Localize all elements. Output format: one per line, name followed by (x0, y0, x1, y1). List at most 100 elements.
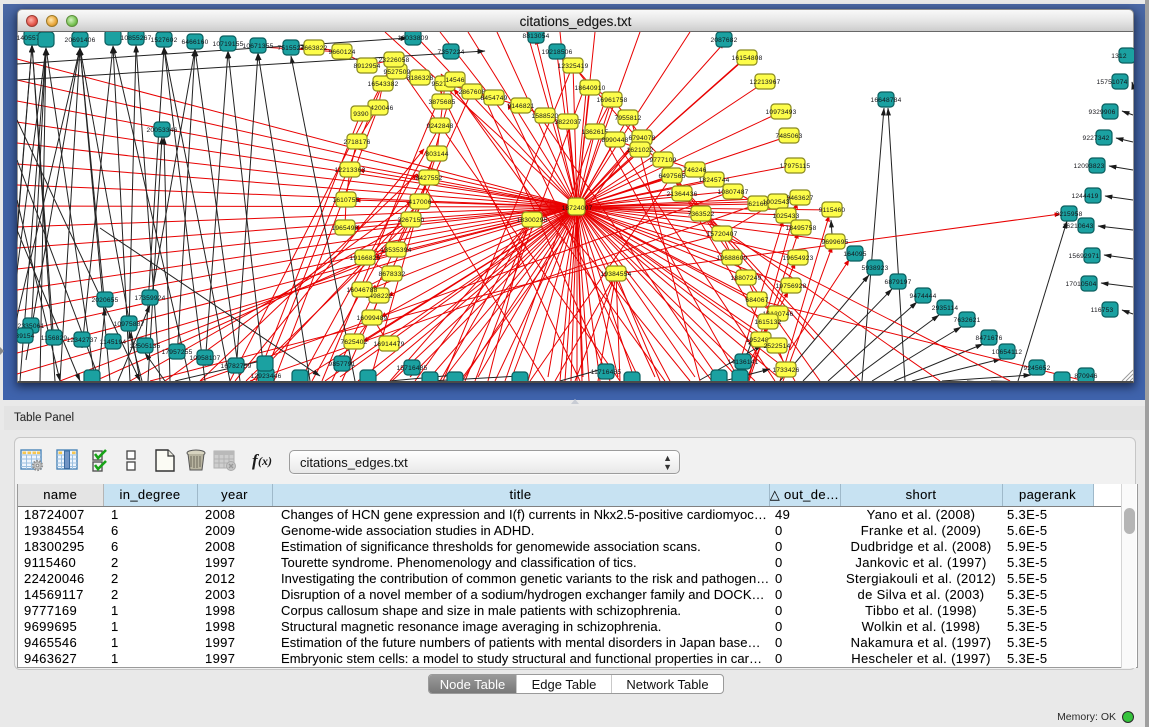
svg-text:16099489: 16099489 (357, 315, 388, 322)
svg-text:19384554: 19384554 (601, 271, 632, 278)
svg-text:10807487: 10807487 (718, 189, 749, 196)
svg-text:10958107: 10958107 (190, 355, 221, 362)
svg-text:9660124: 9660124 (328, 49, 355, 56)
svg-text:10671355: 10671355 (243, 43, 274, 50)
svg-text:164095: 164095 (843, 251, 866, 258)
svg-text:12093823: 12093823 (1074, 163, 1105, 170)
svg-text:1527602: 1527602 (150, 37, 177, 44)
svg-text:7485063: 7485063 (775, 133, 802, 140)
svg-text:20691406: 20691406 (65, 37, 96, 44)
svg-text:10688609: 10688609 (717, 255, 748, 262)
svg-text:9857791: 9857791 (328, 361, 355, 368)
svg-text:116753: 116753 (1091, 307, 1114, 314)
svg-text:7632621: 7632621 (953, 317, 980, 324)
svg-text:12923446: 12923446 (251, 373, 282, 380)
svg-text:12325419: 12325419 (558, 63, 589, 70)
svg-text:684067: 684067 (745, 297, 768, 304)
svg-text:10719155: 10719155 (213, 41, 244, 48)
svg-text:7955812: 7955812 (614, 115, 641, 122)
svg-text:10654112: 10654112 (992, 349, 1023, 356)
svg-text:18495758: 18495758 (786, 225, 817, 232)
svg-text:17010504: 17010504 (1066, 281, 1097, 288)
svg-text:18724007: 18724007 (562, 205, 593, 212)
svg-text:16961758: 16961758 (597, 97, 628, 104)
svg-text:9245652: 9245652 (1023, 365, 1050, 372)
svg-text:9115460: 9115460 (819, 207, 846, 214)
svg-text:16543382: 16543382 (368, 81, 399, 88)
svg-text:19218506: 19218506 (542, 49, 573, 56)
svg-text:9329906: 9329906 (1088, 109, 1115, 116)
svg-text:5938923: 5938923 (861, 265, 888, 272)
svg-text:8912954: 8912954 (353, 63, 380, 70)
svg-text:13535394: 13535394 (381, 247, 412, 254)
svg-text:7663822: 7663822 (300, 45, 327, 52)
svg-text:8186328: 8186328 (406, 75, 433, 82)
svg-text:39154: 39154 (17, 333, 35, 340)
svg-text:8454749: 8454749 (480, 95, 507, 102)
svg-text:16782759: 16782759 (221, 363, 252, 370)
svg-text:7357224: 7357224 (437, 49, 464, 56)
svg-text:12505135: 12505135 (130, 343, 161, 350)
svg-text:6879197: 6879197 (884, 279, 911, 286)
svg-text:1312: 1312 (1111, 53, 1127, 60)
svg-text:16914479: 16914479 (374, 341, 405, 348)
svg-text:12342737: 12342737 (67, 337, 98, 344)
svg-text:1244419: 1244419 (1071, 193, 1098, 200)
svg-text:1733426: 1733426 (772, 367, 799, 374)
svg-text:17975115: 17975115 (780, 163, 811, 170)
svg-text:7363522: 7363522 (687, 211, 714, 218)
svg-text:1965498: 1965498 (331, 225, 358, 232)
svg-text:1145194: 1145194 (100, 339, 127, 346)
svg-text:20053346: 20053346 (147, 127, 178, 134)
svg-text:8471676: 8471676 (975, 335, 1002, 342)
svg-text:3215958: 3215958 (1055, 211, 1082, 218)
svg-text:10973493: 10973493 (766, 109, 797, 116)
svg-text:2935114: 2935114 (932, 305, 959, 312)
svg-text:15751074: 15751074 (1097, 79, 1128, 86)
svg-text:8678332: 8678332 (378, 271, 405, 278)
svg-text:9699695: 9699695 (821, 239, 848, 246)
svg-text:10855267: 10855267 (121, 35, 152, 42)
svg-text:15692971: 15692971 (1069, 253, 1100, 260)
svg-text:2020655: 2020655 (91, 297, 118, 304)
svg-text:19166825: 19166825 (350, 255, 381, 262)
svg-text:9242848: 9242848 (426, 123, 453, 130)
svg-text:803144: 803144 (425, 151, 448, 158)
svg-text:18807249: 18807249 (731, 275, 762, 282)
svg-text:9390: 9390 (353, 111, 369, 118)
svg-text:9227342: 9227342 (1082, 135, 1109, 142)
svg-text:2718176: 2718176 (343, 139, 370, 146)
svg-text:19654923: 19654923 (783, 255, 814, 262)
svg-text:14546: 14546 (445, 77, 464, 84)
svg-text:18245744: 18245744 (699, 177, 730, 184)
svg-text:23226058: 23226058 (379, 57, 410, 64)
svg-text:9527509: 9527509 (383, 69, 410, 76)
svg-text:3267150: 3267150 (397, 217, 424, 224)
svg-text:18640910: 18640910 (575, 85, 606, 92)
svg-text:417006: 417006 (408, 199, 431, 206)
svg-text:6497565: 6497565 (658, 173, 685, 180)
svg-text:8990448: 8990448 (601, 137, 628, 144)
svg-text:(x): (x) (258, 454, 272, 468)
svg-text:11716485: 11716485 (591, 369, 622, 376)
svg-text:21364436: 21364436 (667, 191, 698, 198)
svg-text:9777109: 9777109 (649, 157, 676, 164)
svg-text:14136141: 14136141 (728, 359, 759, 366)
svg-text:1621022: 1621022 (626, 147, 653, 154)
svg-text:15716485: 15716485 (397, 365, 428, 372)
svg-text:9146821: 9146821 (507, 103, 534, 110)
svg-text:10975887: 10975887 (114, 321, 145, 328)
svg-text:12213967: 12213967 (750, 79, 781, 86)
svg-text:19756928: 19756928 (776, 283, 807, 290)
svg-text:8427552: 8427552 (415, 175, 442, 182)
svg-text:16648784: 16648784 (871, 97, 902, 104)
svg-text:6466160: 6466160 (181, 39, 208, 46)
svg-text:7625402: 7625402 (340, 339, 367, 346)
svg-text:8813054: 8813054 (522, 33, 549, 40)
svg-text:12213363: 12213363 (335, 167, 366, 174)
svg-text:1025433: 1025433 (772, 213, 799, 220)
svg-text:18300295: 18300295 (517, 217, 548, 224)
svg-text:9474444: 9474444 (909, 293, 936, 300)
svg-text:15720407: 15720407 (707, 231, 738, 238)
svg-text:1610755: 1610755 (332, 197, 359, 204)
